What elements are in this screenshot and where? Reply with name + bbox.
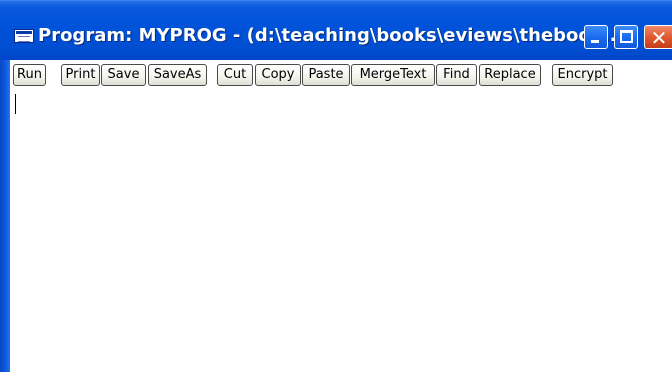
- paste-button[interactable]: Paste: [302, 64, 350, 86]
- saveas-button[interactable]: SaveAs: [148, 64, 207, 86]
- close-button[interactable]: ✕: [644, 25, 672, 49]
- run-button[interactable]: Run: [13, 64, 46, 86]
- save-button[interactable]: Save: [101, 64, 146, 86]
- close-icon: ✕: [650, 26, 668, 50]
- window-title: Program: MYPROG - (d:\teaching\books\evi…: [38, 25, 624, 46]
- copy-button[interactable]: Copy: [255, 64, 301, 86]
- maximize-icon: [620, 30, 633, 43]
- program-window-icon[interactable]: [14, 29, 34, 43]
- find-button[interactable]: Find: [436, 64, 477, 86]
- minimize-icon: [591, 40, 599, 43]
- title-bar[interactable]: Program: MYPROG - (d:\teaching\books\evi…: [0, 0, 672, 60]
- maximize-button[interactable]: [614, 25, 638, 49]
- cut-button[interactable]: Cut: [217, 64, 253, 86]
- print-button[interactable]: Print: [61, 64, 100, 86]
- program-window: Program: MYPROG - (d:\teaching\books\evi…: [0, 0, 672, 372]
- window-left-border[interactable]: [0, 60, 10, 372]
- replace-button[interactable]: Replace: [479, 64, 541, 86]
- mergetext-button[interactable]: MergeText: [351, 64, 435, 86]
- program-editor[interactable]: [0, 90, 672, 372]
- text-caret: [15, 94, 16, 114]
- program-toolbar: Run Print Save SaveAs Cut Copy Paste Mer…: [0, 60, 672, 90]
- encrypt-button[interactable]: Encrypt: [552, 64, 613, 86]
- minimize-button[interactable]: [584, 25, 608, 49]
